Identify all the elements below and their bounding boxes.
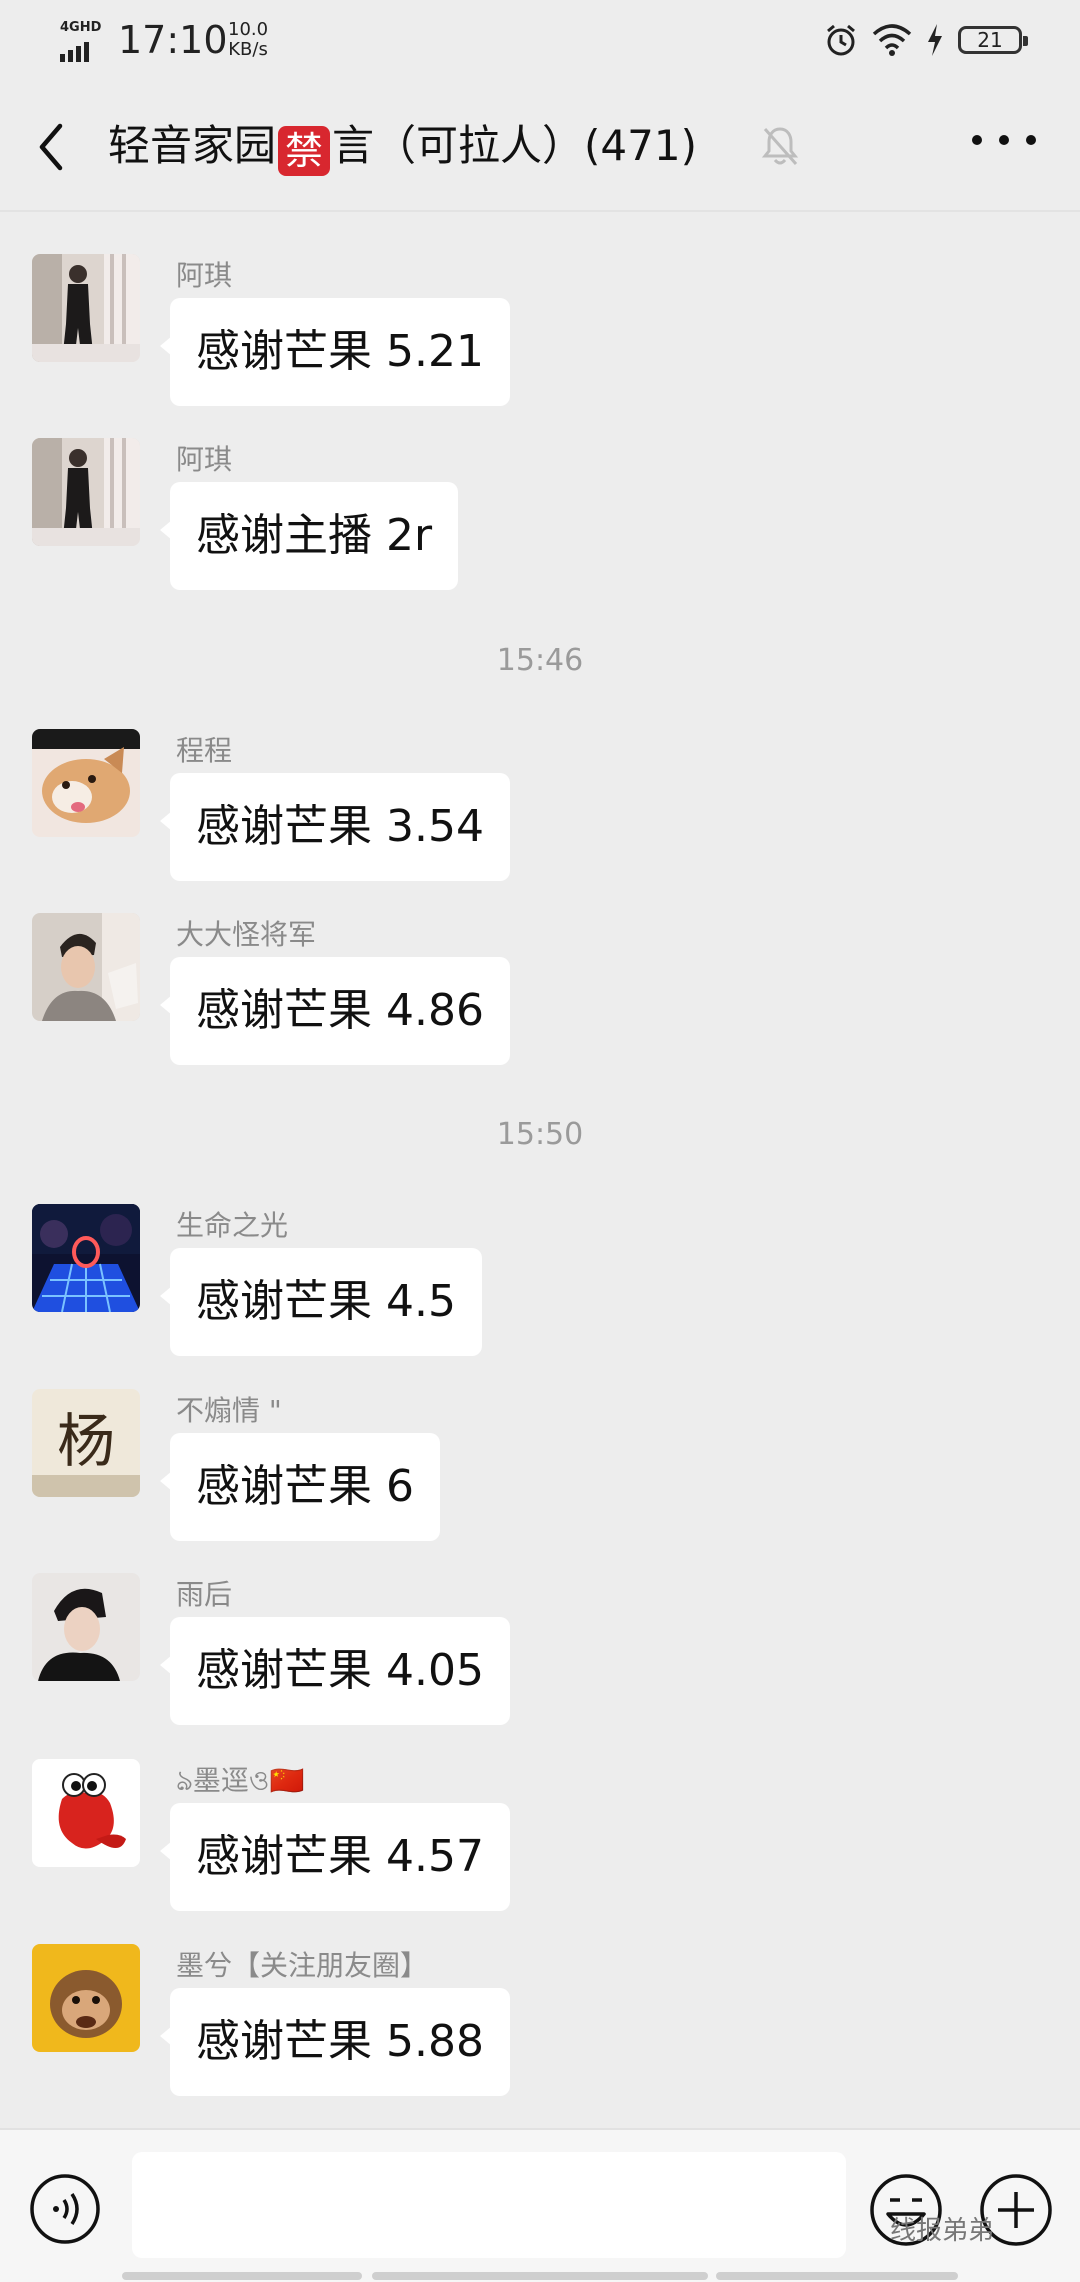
message-bubble[interactable]: 感谢芒果 5.88	[160, 1988, 510, 2096]
sender-name: 不煽情 "	[176, 1394, 282, 1427]
input-bar	[0, 2128, 1080, 2282]
avatar[interactable]	[32, 1204, 140, 1312]
message-bubble[interactable]: 感谢芒果 4.57	[160, 1803, 510, 1911]
charging-icon	[928, 24, 942, 56]
message-item: 阿琪 感谢主播 2r	[0, 438, 1080, 606]
message-item: 墨兮【关注朋友圈】 感谢芒果 5.88	[0, 1944, 1080, 2112]
alarm-icon	[827, 24, 855, 56]
svg-text:杨: 杨	[57, 1407, 115, 1475]
nav-bar-hint	[716, 2272, 958, 2280]
message-item: 程程 感谢芒果 3.54	[0, 729, 1080, 897]
message-item: 生命之光 感谢芒果 4.5	[0, 1204, 1080, 1372]
message-item: 雨后 感谢芒果 4.05	[0, 1573, 1080, 1741]
ban-emoji-icon: 禁	[278, 126, 331, 176]
more-options-button[interactable]	[972, 120, 1036, 160]
status-bar: 4GHD 17:10 10.0 KB/s 21	[0, 0, 1080, 80]
timestamp: 15:50	[496, 1117, 584, 1152]
sender-name: 生命之光	[176, 1209, 289, 1242]
chat-title: 轻音家园禁言（可拉人）(471)	[108, 118, 697, 176]
message-item: 大大怪将军 感谢芒果 4.86	[0, 913, 1080, 1081]
message-bubble[interactable]: 感谢主播 2r	[159, 482, 459, 590]
signal-icon: 4GHD	[58, 20, 108, 62]
message-bubble[interactable]: 感谢芒果 4.5	[160, 1248, 482, 1356]
message-bubble[interactable]: 感谢芒果 6	[160, 1433, 440, 1541]
timestamp: 15:46	[496, 643, 584, 678]
sender-name: 阿琪	[176, 443, 233, 476]
back-icon[interactable]	[30, 112, 70, 182]
network-type: 4GHD	[60, 20, 102, 35]
battery-icon: 21	[958, 26, 1028, 54]
message-bubble[interactable]: 感谢芒果 5.21	[160, 298, 510, 406]
message-bubble[interactable]: 感谢芒果 4.86	[160, 957, 510, 1065]
avatar[interactable]	[32, 254, 140, 362]
header-divider	[0, 210, 1080, 212]
network-speed: 10.0 KB/s	[228, 19, 269, 60]
sender-name: 雨后	[176, 1578, 233, 1611]
watermark: 线报弟弟	[890, 2216, 995, 2246]
avatar[interactable]	[32, 729, 140, 837]
avatar[interactable]	[32, 1573, 140, 1681]
avatar[interactable]	[32, 438, 140, 546]
message-item: 杨 不煽情 " 感谢芒果 6	[0, 1389, 1080, 1557]
nav-bar-hint	[372, 2272, 708, 2280]
message-bubble[interactable]: 感谢芒果 3.54	[160, 773, 510, 881]
avatar[interactable]: 杨	[32, 1389, 140, 1497]
voice-input-icon[interactable]	[28, 2172, 102, 2246]
message-bubble[interactable]: 感谢芒果 4.05	[160, 1617, 510, 1725]
chat-header: 轻音家园禁言（可拉人）(471)	[0, 80, 1080, 210]
avatar[interactable]	[32, 1759, 140, 1867]
sender-name: 墨兮【关注朋友圈】	[176, 1949, 429, 1982]
message-item: ঌ墨逕ও🇨🇳 感谢芒果 4.57	[0, 1759, 1080, 1927]
sender-name: 大大怪将军	[176, 918, 317, 951]
status-time: 17:10	[118, 18, 228, 62]
sender-name: 阿琪	[176, 259, 233, 292]
message-item: 阿琪 感谢芒果 5.21	[0, 254, 1080, 422]
mute-bell-icon	[761, 127, 799, 165]
avatar[interactable]	[32, 913, 140, 1021]
avatar[interactable]	[32, 1944, 140, 2052]
sender-name: ঌ墨逕ও🇨🇳	[176, 1764, 305, 1797]
wifi-icon	[872, 24, 912, 56]
message-input[interactable]	[132, 2152, 846, 2258]
sender-name: 程程	[176, 734, 233, 767]
nav-bar-hint	[122, 2272, 362, 2280]
